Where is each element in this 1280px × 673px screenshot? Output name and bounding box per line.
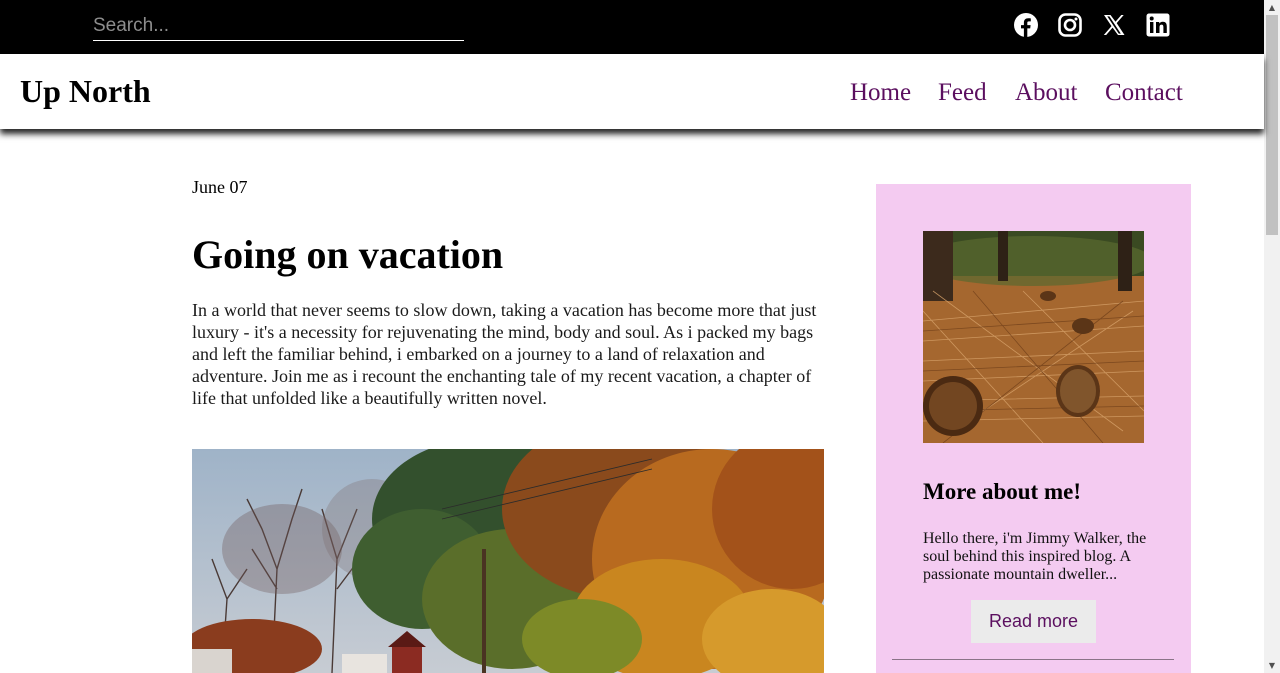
post-hero-image (192, 449, 824, 673)
pine-cone-image (923, 231, 1144, 443)
page-scrollbar[interactable]: ▲ ▼ (1264, 0, 1280, 673)
top-bar (0, 0, 1264, 54)
sidebar-bio: Hello there, i'm Jimmy Walker, the soul … (923, 530, 1147, 583)
search-input[interactable] (93, 12, 464, 41)
instagram-icon[interactable] (1058, 13, 1082, 37)
post-title: Going on vacation (192, 232, 504, 277)
sidebar-divider (892, 659, 1174, 660)
about-sidebar: More about me! Hello there, i'm Jimmy Wa… (876, 184, 1191, 673)
nav-feed[interactable]: Feed (938, 79, 987, 107)
post-lead: In a world that never seems to slow down… (192, 300, 817, 408)
nav-about[interactable]: About (1015, 79, 1078, 107)
read-more-button[interactable]: Read more (971, 600, 1096, 643)
x-icon[interactable] (1102, 13, 1126, 37)
scroll-up-icon[interactable]: ▲ (1264, 0, 1280, 15)
site-header: Up North Home Feed About Contact (0, 54, 1264, 129)
scroll-down-icon[interactable]: ▼ (1264, 658, 1280, 673)
nav-home[interactable]: Home (850, 79, 911, 107)
nav-contact[interactable]: Contact (1105, 79, 1183, 107)
linkedin-icon[interactable] (1146, 13, 1170, 37)
scrollbar-thumb[interactable] (1266, 15, 1278, 235)
facebook-icon[interactable] (1014, 13, 1038, 37)
sidebar-title: More about me! (923, 479, 1081, 504)
site-logo[interactable]: Up North (20, 73, 151, 110)
post-date: June 07 (192, 177, 248, 197)
